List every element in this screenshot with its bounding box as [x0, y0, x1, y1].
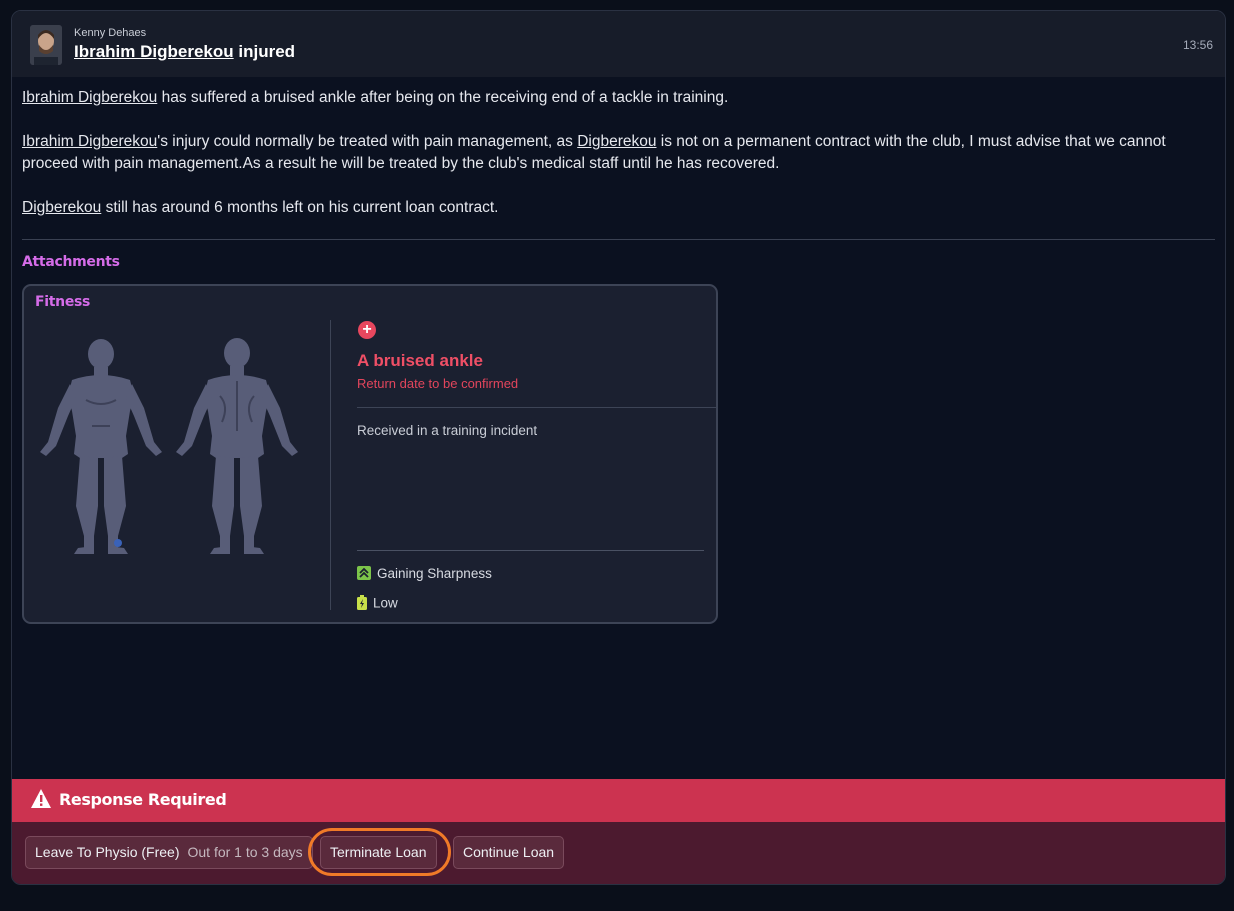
button-label: Terminate Loan	[330, 844, 427, 860]
sender-name: Kenny Dehaes	[74, 27, 147, 39]
injury-marker	[114, 539, 122, 547]
sharpness-label: Gaining Sharpness	[377, 566, 492, 582]
chevron-up-icon	[357, 566, 371, 583]
subject-suffix: injured	[233, 42, 296, 61]
sender-avatar	[30, 25, 62, 65]
player-link[interactable]: Ibrahim Digberekou	[22, 133, 157, 150]
continue-loan-button[interactable]: Continue Loan	[453, 836, 565, 869]
warning-icon	[30, 788, 52, 814]
button-sublabel: Out for 1 to 3 days	[187, 844, 303, 860]
fitness-card[interactable]: Fitness + A bruised ankle Return date to…	[22, 284, 718, 624]
body-text: has suffered a bruised ankle after being…	[157, 89, 729, 106]
message-body: Ibrahim Digberekou has suffered a bruise…	[22, 87, 1192, 241]
body-front-figure	[40, 339, 162, 554]
injury-divider	[357, 407, 717, 408]
message-header: Kenny Dehaes Ibrahim Digberekou injured …	[12, 11, 1225, 77]
condition-status: Low	[357, 595, 398, 613]
button-label: Continue Loan	[463, 844, 555, 860]
button-label: Leave To Physio (Free)	[35, 844, 180, 860]
body-paragraph: Ibrahim Digberekou's injury could normal…	[22, 131, 1192, 175]
battery-icon	[357, 595, 367, 613]
message-subject: Ibrahim Digberekou injured	[74, 42, 295, 62]
message-window: Kenny Dehaes Ibrahim Digberekou injured …	[11, 10, 1226, 885]
message-time: 13:56	[1182, 38, 1213, 52]
body-paragraph: Ibrahim Digberekou has suffered a bruise…	[22, 87, 1192, 109]
sharpness-status: Gaining Sharpness	[357, 566, 492, 583]
injury-name: A bruised ankle	[357, 351, 483, 370]
body-text: still has around 6 months left on his cu…	[101, 199, 499, 216]
section-divider	[22, 239, 1215, 240]
response-required-bar: Response Required	[12, 779, 1225, 822]
terminate-loan-button[interactable]: Terminate Loan	[320, 836, 437, 869]
player-link[interactable]: Digberekou	[577, 133, 656, 150]
player-link[interactable]: Digberekou	[22, 199, 101, 216]
card-divider	[330, 320, 331, 610]
injury-plus-icon: +	[358, 321, 376, 339]
body-diagram	[34, 336, 309, 566]
response-required-label: Response Required	[59, 790, 227, 809]
body-paragraph: Digberekou still has around 6 months lef…	[22, 197, 1192, 219]
body-back-figure	[176, 338, 298, 554]
condition-label: Low	[373, 595, 398, 611]
player-link[interactable]: Ibrahim Digberekou	[22, 89, 157, 106]
return-date: Return date to be confirmed	[357, 376, 519, 391]
status-divider	[357, 550, 704, 551]
attachments-heading: Attachments	[22, 254, 120, 270]
body-text: 's injury could normally be treated with…	[157, 133, 578, 150]
leave-to-physio-button[interactable]: Leave To Physio (Free) Out for 1 to 3 day…	[25, 836, 313, 869]
injury-origin: Received in a training incident	[357, 423, 538, 438]
response-actions: Leave To Physio (Free) Out for 1 to 3 day…	[12, 822, 1225, 884]
player-link[interactable]: Ibrahim Digberekou	[74, 42, 234, 61]
fitness-card-title: Fitness	[35, 294, 91, 310]
